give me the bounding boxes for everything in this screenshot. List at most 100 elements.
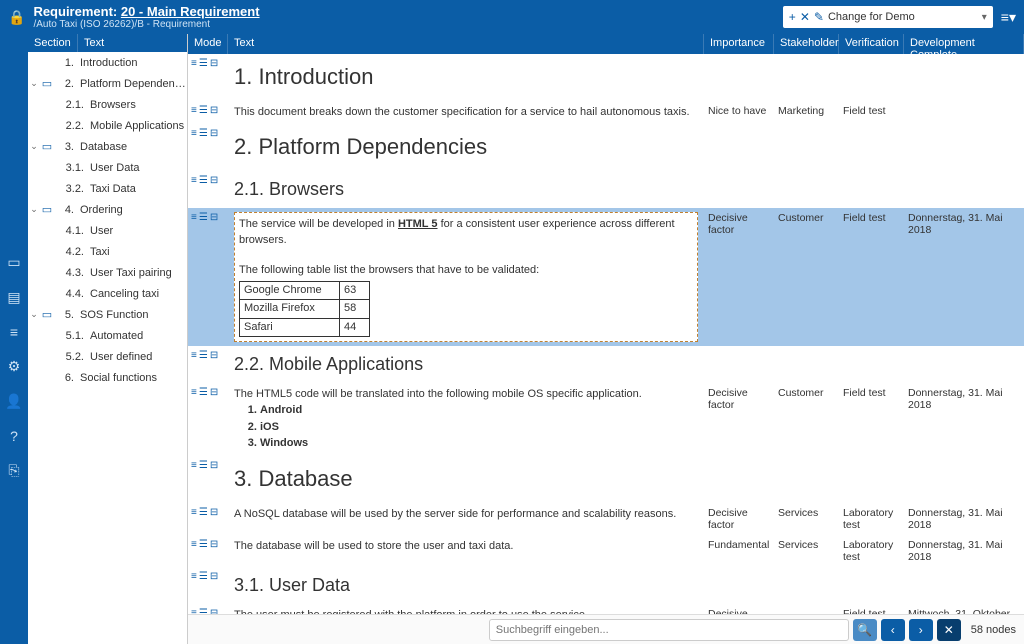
mode-list-icon[interactable]: ⊟	[210, 571, 218, 582]
mode-list-icon[interactable]: ⊟	[210, 212, 218, 223]
search-input[interactable]	[489, 619, 849, 641]
close-icon[interactable]: ✕	[800, 10, 810, 24]
left-rail: ▭ ▤ ≡ ⚙ 👤 ? ⎘	[0, 34, 28, 644]
content-row[interactable]: ≡☰⊟The database will be used to store th…	[188, 535, 1024, 567]
mode-struct-icon[interactable]: ☰	[199, 507, 208, 518]
rail-chart-icon[interactable]: ▤	[7, 289, 20, 306]
mode-text-icon[interactable]: ≡	[191, 105, 197, 116]
mode-struct-icon[interactable]: ☰	[199, 212, 208, 223]
content-row[interactable]: ≡☰⊟The HTML5 code will be translated int…	[188, 383, 1024, 456]
mode-list-icon[interactable]: ⊟	[210, 128, 218, 139]
mode-text-icon[interactable]: ≡	[191, 608, 197, 614]
outline-item[interactable]: ⌄▭5.SOS Function	[28, 304, 187, 325]
mode-list-icon[interactable]: ⊟	[210, 387, 218, 398]
breadcrumb[interactable]: /Auto Taxi (ISO 26262)/B - Requirement	[33, 19, 259, 30]
mode-list-icon[interactable]: ⊟	[210, 105, 218, 116]
content-row[interactable]: ≡☰⊟2. Platform Dependencies	[188, 124, 1024, 171]
mode-struct-icon[interactable]: ☰	[199, 539, 208, 550]
content-row[interactable]: ≡☰⊟3.1. User Data	[188, 567, 1024, 604]
mode-text-icon[interactable]: ≡	[191, 175, 197, 186]
lock-icon[interactable]: 🔒	[8, 9, 25, 26]
folder-icon: ▭	[40, 77, 54, 90]
outline-item[interactable]: 3.1.User Data	[28, 157, 187, 178]
content-row[interactable]: ≡☰⊟The user must be registered with the …	[188, 604, 1024, 614]
mode-struct-icon[interactable]: ☰	[199, 175, 208, 186]
mode-text-icon[interactable]: ≡	[191, 460, 197, 471]
mode-text-icon[interactable]: ≡	[191, 350, 197, 361]
mode-struct-icon[interactable]: ☰	[199, 105, 208, 116]
mode-text-icon[interactable]: ≡	[191, 58, 197, 69]
rail-list-icon[interactable]: ≡	[10, 324, 18, 340]
outline-item[interactable]: 1.Introduction	[28, 52, 187, 73]
mode-list-icon[interactable]: ⊟	[210, 175, 218, 186]
mode-struct-icon[interactable]: ☰	[199, 571, 208, 582]
title-num[interactable]: 20 - Main Requirement	[121, 4, 260, 19]
row-text[interactable]: The service will be developed in HTML 5 …	[228, 210, 704, 344]
plus-icon[interactable]: +	[789, 10, 796, 24]
mode-text-icon[interactable]: ≡	[191, 128, 197, 139]
col-text[interactable]: Text	[228, 34, 704, 54]
chevron-icon[interactable]: ⌄	[28, 141, 40, 152]
outline-item[interactable]: ⌄▭2.Platform Dependencies	[28, 73, 187, 94]
content-row[interactable]: ≡☰⊟3. Database	[188, 456, 1024, 503]
mode-struct-icon[interactable]: ☰	[199, 350, 208, 361]
content-row[interactable]: ≡☰⊟1. Introduction	[188, 54, 1024, 101]
search-next-button[interactable]: ›	[909, 619, 933, 641]
col-dev-complete[interactable]: Development Complete	[904, 34, 1024, 54]
outline-item[interactable]: 2.2.Mobile Applications	[28, 115, 187, 136]
outline-item[interactable]: 4.3.User Taxi pairing	[28, 262, 187, 283]
mode-list-icon[interactable]: ⊟	[210, 608, 218, 614]
outline-item[interactable]: 4.1.User	[28, 220, 187, 241]
chevron-icon[interactable]: ⌄	[28, 78, 40, 89]
col-verification[interactable]: Verification	[839, 34, 904, 54]
chevron-icon[interactable]: ⌄	[28, 309, 40, 320]
outline-item[interactable]: 4.2.Taxi	[28, 241, 187, 262]
mode-text-icon[interactable]: ≡	[191, 212, 197, 223]
search-prev-button[interactable]: ‹	[881, 619, 905, 641]
outline-item[interactable]: ⌄▭3.Database	[28, 136, 187, 157]
outline-col-text[interactable]: Text	[78, 34, 187, 52]
content-row[interactable]: ≡☰⊟2.2. Mobile Applications	[188, 346, 1024, 383]
chevron-down-icon[interactable]: ▾	[982, 12, 987, 23]
mode-list-icon[interactable]: ⊟	[210, 460, 218, 471]
mode-struct-icon[interactable]: ☰	[199, 608, 208, 614]
mode-struct-icon[interactable]: ☰	[199, 58, 208, 69]
menu-icon[interactable]: ≡▾	[1001, 9, 1016, 26]
outline-item[interactable]: ⌄▭4.Ordering	[28, 199, 187, 220]
outline-item[interactable]: 5.2.User defined	[28, 346, 187, 367]
outline-item[interactable]: 5.1.Automated	[28, 325, 187, 346]
content-row[interactable]: ≡☰⊟A NoSQL database will be used by the …	[188, 503, 1024, 535]
chevron-icon[interactable]: ⌄	[28, 204, 40, 215]
mode-list-icon[interactable]: ⊟	[210, 350, 218, 361]
content-row[interactable]: ≡☰⊟2.1. Browsers	[188, 171, 1024, 208]
mode-text-icon[interactable]: ≡	[191, 387, 197, 398]
outline-col-section[interactable]: Section	[28, 34, 78, 52]
mode-text-icon[interactable]: ≡	[191, 571, 197, 582]
outline-item[interactable]: 3.2.Taxi Data	[28, 178, 187, 199]
outline-item[interactable]: 6.Social functions	[28, 367, 187, 388]
pencil-icon[interactable]: ✎	[814, 10, 824, 24]
outline-item[interactable]: 4.4.Canceling taxi	[28, 283, 187, 304]
mode-list-icon[interactable]: ⊟	[210, 507, 218, 518]
mode-list-icon[interactable]: ⊟	[210, 58, 218, 69]
rail-user-icon[interactable]: 👤	[5, 393, 22, 410]
mode-list-icon[interactable]: ⊟	[210, 539, 218, 550]
content-row[interactable]: ≡☰⊟This document breaks down the custome…	[188, 101, 1024, 124]
col-mode[interactable]: Mode	[188, 34, 228, 54]
rail-gear-icon[interactable]: ⚙	[8, 358, 21, 375]
rail-exit-icon[interactable]: ⎘	[8, 462, 19, 479]
col-importance[interactable]: Importance	[704, 34, 774, 54]
content-row[interactable]: ≡☰⊟ The service will be developed in HTML…	[188, 208, 1024, 346]
col-stakeholder[interactable]: Stakeholder	[774, 34, 839, 54]
change-selector[interactable]: + ✕ ✎ Change for Demo ▾	[783, 6, 993, 28]
mode-struct-icon[interactable]: ☰	[199, 460, 208, 471]
mode-text-icon[interactable]: ≡	[191, 507, 197, 518]
mode-text-icon[interactable]: ≡	[191, 539, 197, 550]
search-close-button[interactable]: ✕	[937, 619, 961, 641]
search-button[interactable]: 🔍	[853, 619, 877, 641]
mode-struct-icon[interactable]: ☰	[199, 387, 208, 398]
outline-item[interactable]: 2.1.Browsers	[28, 94, 187, 115]
rail-panel-icon[interactable]: ▭	[7, 254, 20, 271]
mode-struct-icon[interactable]: ☰	[199, 128, 208, 139]
rail-help-icon[interactable]: ?	[10, 428, 18, 444]
